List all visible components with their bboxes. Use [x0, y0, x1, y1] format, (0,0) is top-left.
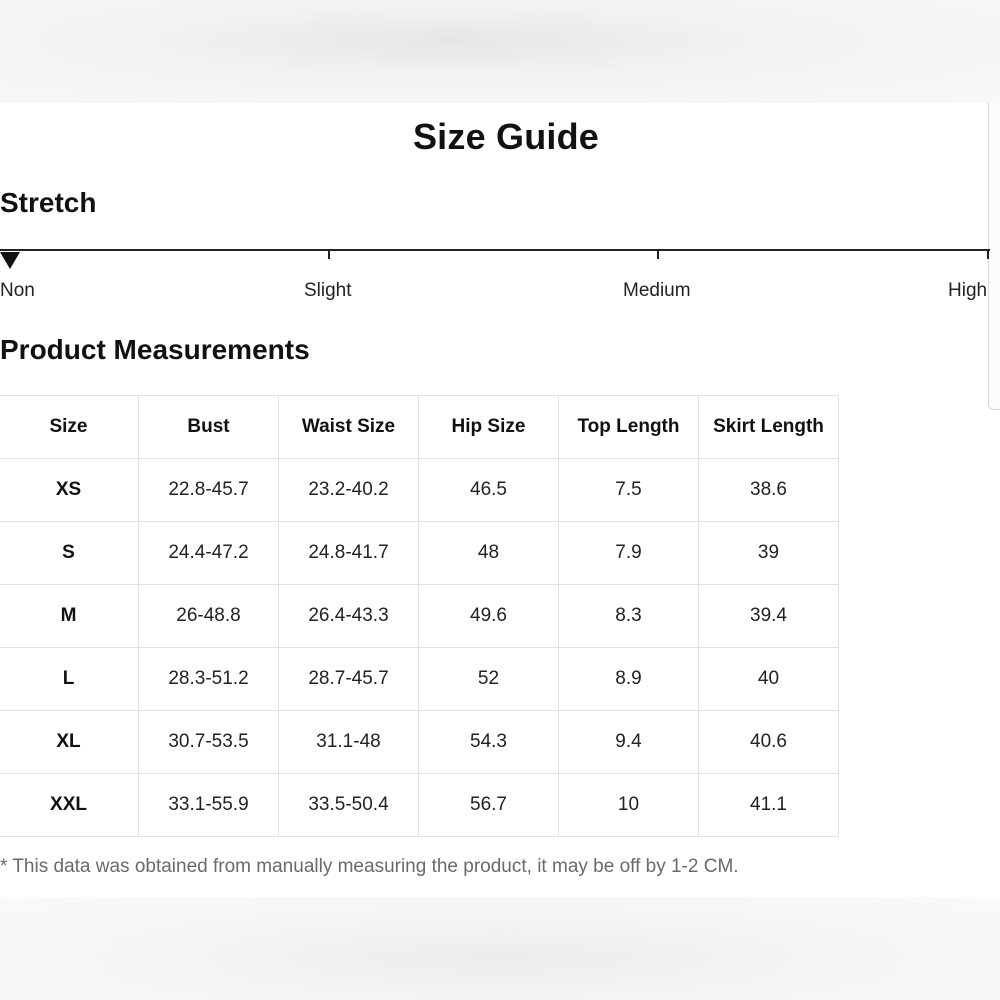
column-header: Skirt Length: [698, 395, 839, 459]
stretch-label-medium: Medium: [623, 280, 691, 301]
measurements-table: Size Bust Waist Size Hip Size Top Length…: [0, 395, 839, 837]
table-cell: 22.8-45.7: [138, 458, 279, 522]
table-cell: 26-48.8: [138, 584, 279, 648]
table-cell: 39: [698, 521, 839, 585]
table-row: XS 22.8-45.7 23.2-40.2 46.5 7.5 38.6: [0, 458, 839, 522]
table-row: M 26-48.8 26.4-43.3 49.6 8.3 39.4: [0, 584, 839, 648]
size-cell: M: [0, 584, 139, 648]
size-cell: XL: [0, 710, 139, 774]
table-cell: 10: [558, 773, 699, 837]
table-cell: 31.1-48: [278, 710, 419, 774]
table-cell: 8.9: [558, 647, 699, 711]
column-header: Bust: [138, 395, 279, 459]
page-title: Size Guide: [412, 116, 600, 157]
measurement-footnote: * This data was obtained from manually m…: [0, 856, 739, 877]
table-cell: 48: [418, 521, 559, 585]
table-cell: 8.3: [558, 584, 699, 648]
table-cell: 28.7-45.7: [278, 647, 419, 711]
table-row: XXL 33.1-55.9 33.5-50.4 56.7 10 41.1: [0, 773, 839, 837]
stretch-label-non: Non: [0, 280, 35, 301]
stretch-tick-slight: [328, 250, 330, 259]
table-cell: 41.1: [698, 773, 839, 837]
table-row: XL 30.7-53.5 31.1-48 54.3 9.4 40.6: [0, 710, 839, 774]
table-cell: 7.5: [558, 458, 699, 522]
table-cell: 30.7-53.5: [138, 710, 279, 774]
table-cell: 7.9: [558, 521, 699, 585]
stretch-tick-high: [987, 250, 989, 259]
table-cell: 23.2-40.2: [278, 458, 419, 522]
bottom-background: [0, 897, 1000, 1000]
table-cell: 33.5-50.4: [278, 773, 419, 837]
table-cell: 39.4: [698, 584, 839, 648]
table-cell: 24.8-41.7: [278, 521, 419, 585]
table-cell: 52: [418, 647, 559, 711]
column-header: Hip Size: [418, 395, 559, 459]
table-cell: 28.3-51.2: [138, 647, 279, 711]
table-cell: 24.4-47.2: [138, 521, 279, 585]
stretch-label-slight: Slight: [304, 280, 352, 301]
stretch-label-high: High: [948, 280, 988, 301]
table-cell: 56.7: [418, 773, 559, 837]
stretch-marker-icon: [0, 252, 20, 269]
table-cell: 49.6: [418, 584, 559, 648]
table-header-row: Size Bust Waist Size Hip Size Top Length…: [0, 395, 839, 459]
table-cell: 38.6: [698, 458, 839, 522]
table-cell: 33.1-55.9: [138, 773, 279, 837]
measurements-heading: Product Measurements: [0, 334, 310, 365]
stretch-scale-line: [0, 249, 990, 251]
stretch-tick-medium: [657, 250, 659, 259]
stretch-heading: Stretch: [0, 187, 97, 218]
size-cell: L: [0, 647, 139, 711]
table-cell: 54.3: [418, 710, 559, 774]
column-header: Top Length: [558, 395, 699, 459]
top-background: [0, 0, 1000, 103]
column-header: Waist Size: [278, 395, 419, 459]
table-row: S 24.4-47.2 24.8-41.7 48 7.9 39: [0, 521, 839, 585]
table-cell: 40: [698, 647, 839, 711]
size-cell: XS: [0, 458, 139, 522]
table-cell: 40.6: [698, 710, 839, 774]
size-cell: XXL: [0, 773, 139, 837]
table-cell: 46.5: [418, 458, 559, 522]
table-row: L 28.3-51.2 28.7-45.7 52 8.9 40: [0, 647, 839, 711]
size-cell: S: [0, 521, 139, 585]
table-cell: 9.4: [558, 710, 699, 774]
column-header: Size: [0, 395, 139, 459]
table-cell: 26.4-43.3: [278, 584, 419, 648]
